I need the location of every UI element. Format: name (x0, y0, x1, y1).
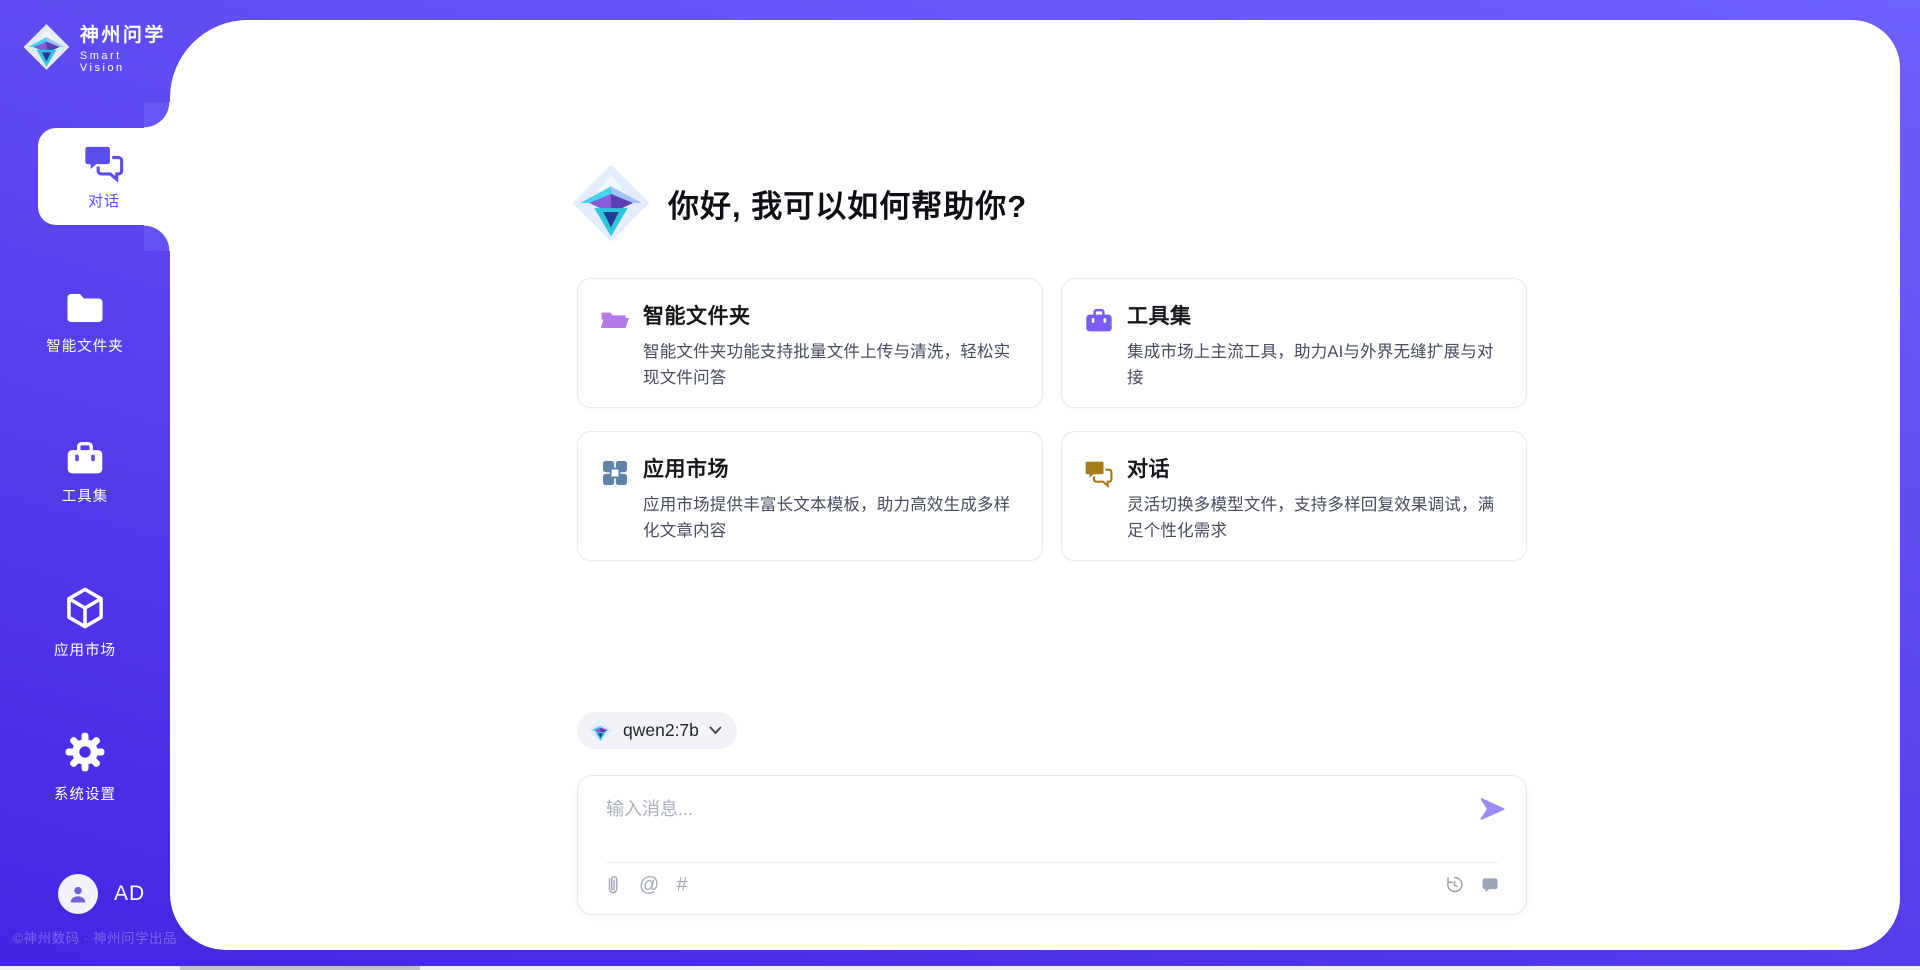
card-title: 应用市场 (643, 453, 1018, 483)
sidebar-item-app-market[interactable]: 应用市场 (0, 586, 170, 660)
diamond-logo-icon (588, 718, 613, 743)
feedback-button[interactable] (1480, 875, 1500, 895)
sidebar-item-smart-folder[interactable]: 智能文件夹 (0, 290, 170, 356)
model-selector[interactable]: qwen2:7b (577, 712, 737, 749)
feature-card-app-market[interactable]: 应用市场 应用市场提供丰富长文本模板，助力高效生成多样化文章内容 (577, 431, 1043, 561)
app-root: 你好, 我可以如何帮助你? 智能文件夹 智能文件夹功能支持批量文件上传与清洗，轻… (0, 0, 1920, 970)
footer-copyright: ©神州数码 · 神州问学出品 (13, 927, 177, 947)
card-description: 智能文件夹功能支持批量文件上传与清洗，轻松实现文件问答 (643, 339, 1018, 391)
sidebar-item-label: 对话 (88, 190, 120, 211)
feature-card-chat[interactable]: 对话 灵活切换多模型文件，支持多样回复效果调试，满足个性化需求 (1061, 431, 1527, 561)
mention-icon: @ (639, 874, 659, 896)
chat-icon (82, 143, 126, 183)
sidebar: 神州问学 Smart Vision 对话 智能文件夹 (0, 0, 170, 970)
topic-icon: # (676, 874, 687, 896)
app-grid-icon (599, 457, 631, 489)
tab-corner-bottom (144, 225, 170, 251)
horizontal-scrollbar (0, 966, 1920, 970)
tab-corner-top (144, 102, 170, 128)
horizontal-scrollbar-thumb[interactable] (180, 966, 420, 970)
mention-button[interactable]: @ (639, 874, 659, 896)
history-button[interactable] (1444, 874, 1465, 895)
chat-bubble-icon (1480, 875, 1500, 895)
user-icon (66, 882, 90, 906)
send-button[interactable] (1478, 795, 1506, 823)
message-input[interactable] (606, 795, 1466, 851)
card-description: 应用市场提供丰富长文本模板，助力高效生成多样化文章内容 (643, 492, 1018, 544)
card-title: 工具集 (1127, 300, 1502, 330)
folder-icon (64, 290, 106, 326)
brand-text: 神州问学 Smart Vision (80, 20, 170, 74)
sidebar-item-settings[interactable]: 系统设置 (0, 730, 170, 804)
sidebar-item-label: 工具集 (62, 485, 109, 506)
topic-button[interactable]: # (676, 874, 687, 896)
model-name: qwen2:7b (623, 720, 699, 741)
sidebar-item-chat[interactable]: 对话 (38, 128, 170, 225)
composer: @ # (577, 775, 1527, 915)
feature-card-smart-folder[interactable]: 智能文件夹 智能文件夹功能支持批量文件上传与清洗，轻松实现文件问答 (577, 278, 1043, 408)
chat-icon (1083, 457, 1115, 489)
card-description: 灵活切换多模型文件，支持多样回复效果调试，满足个性化需求 (1127, 492, 1502, 544)
paperclip-icon (605, 874, 622, 896)
composer-tools-right (1444, 874, 1500, 895)
composer-divider (606, 862, 1498, 863)
sidebar-item-label: 应用市场 (54, 639, 116, 660)
user-initials: AD (114, 882, 145, 906)
folder-open-icon (599, 304, 631, 336)
brand-subtitle: Smart Vision (80, 50, 170, 74)
attach-button[interactable] (605, 874, 622, 896)
send-icon (1478, 795, 1506, 823)
greeting: 你好, 我可以如何帮助你? (570, 162, 1027, 244)
brand-logo: 神州问学 Smart Vision (22, 20, 170, 74)
feature-cards: 智能文件夹 智能文件夹功能支持批量文件上传与清洗，轻松实现文件问答 工具集 集成… (577, 278, 1527, 561)
sidebar-item-label: 智能文件夹 (46, 335, 124, 356)
feature-card-toolset[interactable]: 工具集 集成市场上主流工具，助力AI与外界无缝扩展与对接 (1061, 278, 1527, 408)
greeting-text: 你好, 我可以如何帮助你? (668, 181, 1027, 226)
cube-icon (64, 586, 106, 630)
chevron-down-icon (709, 726, 722, 735)
brand-name: 神州问学 (80, 20, 170, 47)
avatar (58, 874, 98, 914)
user-profile[interactable]: AD (58, 874, 145, 914)
brand-logo-icon (22, 22, 71, 72)
toolbox-icon (1083, 304, 1115, 336)
sidebar-item-toolset[interactable]: 工具集 (0, 438, 170, 506)
composer-tools-left: @ # (605, 874, 687, 896)
gear-icon (63, 730, 107, 774)
card-description: 集成市场上主流工具，助力AI与外界无缝扩展与对接 (1127, 339, 1502, 391)
assistant-logo-icon (570, 162, 652, 244)
card-title: 对话 (1127, 453, 1502, 483)
toolbox-icon (64, 438, 106, 476)
sidebar-item-label: 系统设置 (54, 783, 116, 804)
card-title: 智能文件夹 (643, 300, 1018, 330)
history-icon (1444, 874, 1465, 895)
main-panel: 你好, 我可以如何帮助你? 智能文件夹 智能文件夹功能支持批量文件上传与清洗，轻… (170, 20, 1900, 950)
